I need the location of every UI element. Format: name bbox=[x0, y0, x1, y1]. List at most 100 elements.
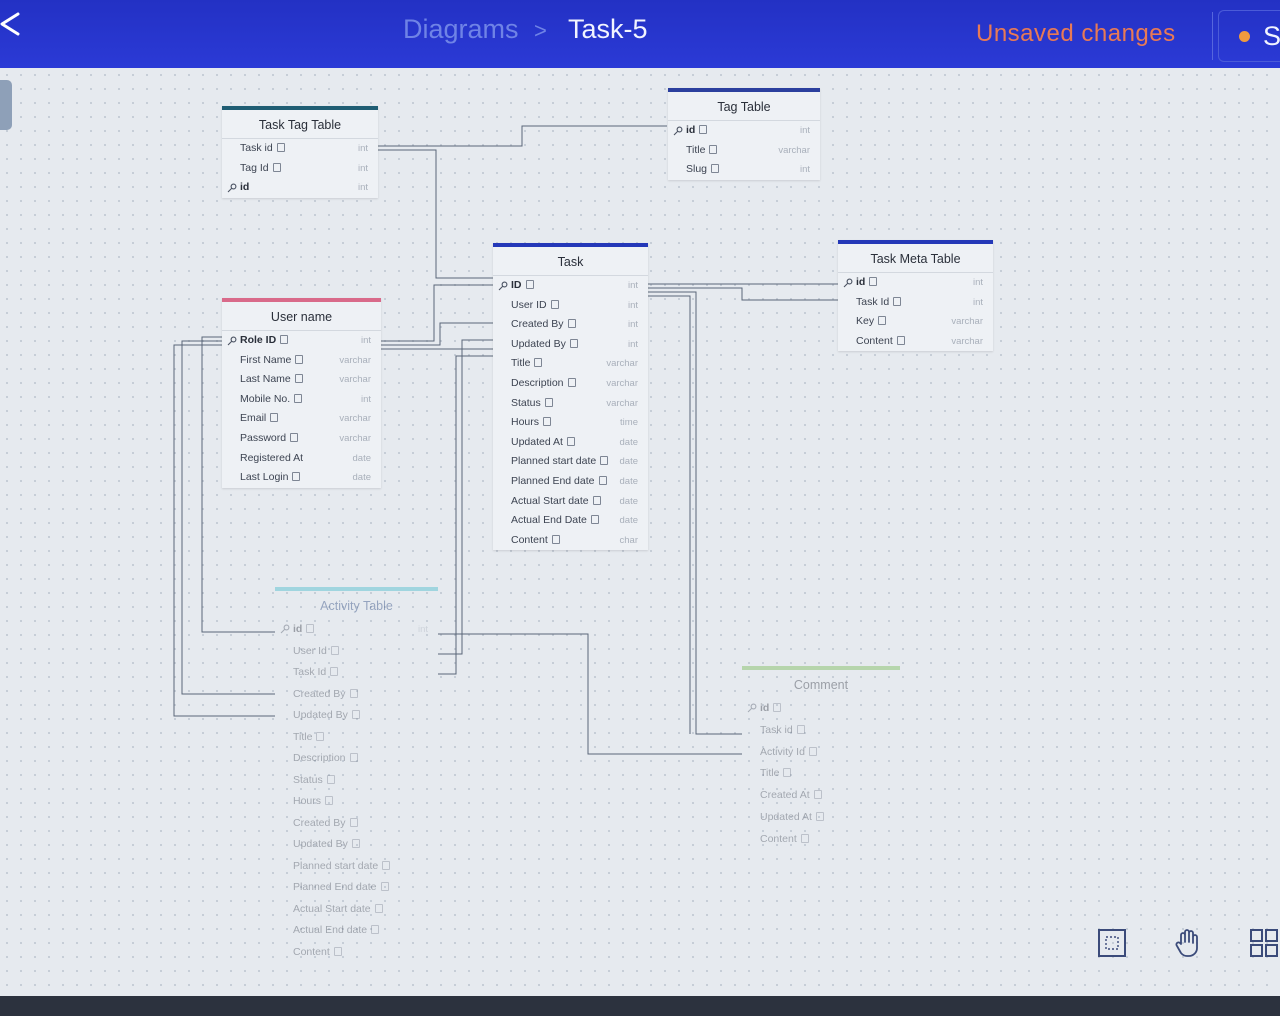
note-icon[interactable] bbox=[294, 374, 303, 384]
table-row[interactable]: Description varchar bbox=[493, 374, 648, 394]
note-icon[interactable] bbox=[270, 413, 279, 423]
note-icon[interactable] bbox=[534, 358, 543, 368]
note-icon[interactable] bbox=[290, 432, 299, 442]
table-row[interactable]: Planned start date date bbox=[493, 452, 648, 472]
note-icon[interactable] bbox=[543, 417, 552, 427]
note-icon[interactable] bbox=[276, 143, 285, 152]
table-row[interactable]: User ID int bbox=[493, 296, 648, 316]
table-row[interactable]: Created By int bbox=[493, 315, 648, 335]
note-icon[interactable] bbox=[815, 811, 824, 821]
note-icon[interactable] bbox=[869, 277, 878, 286]
note-icon[interactable] bbox=[893, 296, 902, 306]
note-icon[interactable] bbox=[325, 796, 334, 805]
note-icon[interactable] bbox=[896, 335, 905, 345]
note-icon[interactable] bbox=[349, 817, 358, 827]
table-activity[interactable]: Activity Table id int User Id Task Id Cre… bbox=[275, 587, 438, 963]
note-icon[interactable] bbox=[295, 354, 304, 364]
table-row[interactable]: Actual End Date date bbox=[493, 511, 648, 531]
table-row[interactable]: id int bbox=[222, 178, 378, 198]
note-icon[interactable] bbox=[567, 319, 576, 329]
table-row[interactable]: Status bbox=[275, 770, 438, 792]
table-row[interactable]: Updated By int bbox=[493, 335, 648, 355]
table-row[interactable]: User Id bbox=[275, 641, 438, 663]
note-icon[interactable] bbox=[783, 768, 792, 778]
table-row[interactable]: Planned End date date bbox=[493, 472, 648, 492]
table-row[interactable]: Content char bbox=[493, 531, 648, 551]
note-icon[interactable] bbox=[525, 280, 534, 289]
note-icon[interactable] bbox=[592, 495, 601, 505]
note-icon[interactable] bbox=[808, 746, 817, 756]
table-row[interactable]: Content varchar bbox=[838, 332, 993, 352]
note-icon[interactable] bbox=[380, 882, 389, 891]
table-task-tag[interactable]: Task Tag Table Task id int Tag Id int id in… bbox=[222, 106, 378, 198]
share-icon[interactable] bbox=[0, 10, 24, 38]
table-row[interactable]: Content bbox=[742, 829, 900, 851]
table-row[interactable]: Mobile No. int bbox=[222, 390, 381, 410]
note-icon[interactable] bbox=[711, 164, 720, 174]
table-row[interactable]: id int bbox=[838, 273, 993, 293]
table-comment[interactable]: Comment id Task id Activity Id Title Cre… bbox=[742, 666, 900, 851]
note-icon[interactable] bbox=[566, 436, 575, 446]
table-tag[interactable]: Tag Table id int Title varchar Slug int bbox=[668, 88, 820, 180]
note-icon[interactable] bbox=[773, 703, 782, 712]
table-row[interactable]: Key varchar bbox=[838, 312, 993, 332]
note-icon[interactable] bbox=[567, 377, 576, 387]
table-row[interactable]: Email varchar bbox=[222, 409, 381, 429]
table-row[interactable]: Created At bbox=[742, 785, 900, 807]
note-icon[interactable] bbox=[590, 515, 599, 525]
table-row[interactable]: Updated By bbox=[275, 834, 438, 856]
table-task[interactable]: Task ID int User ID int Created By int Upda… bbox=[493, 243, 648, 551]
table-row[interactable]: Role ID int bbox=[222, 331, 381, 351]
note-icon[interactable] bbox=[351, 710, 360, 719]
table-row[interactable]: Registered At date bbox=[222, 449, 381, 469]
note-icon[interactable] bbox=[800, 833, 809, 843]
table-row[interactable]: Task Id bbox=[275, 662, 438, 684]
note-icon[interactable] bbox=[600, 456, 609, 466]
table-row[interactable]: Created By bbox=[275, 813, 438, 835]
note-icon[interactable] bbox=[294, 393, 303, 403]
table-row[interactable]: id bbox=[742, 698, 900, 720]
note-icon[interactable] bbox=[351, 839, 360, 848]
note-icon[interactable] bbox=[371, 925, 380, 934]
note-icon[interactable] bbox=[292, 472, 301, 482]
table-row[interactable]: Title varchar bbox=[668, 141, 820, 161]
table-row[interactable]: Updated At bbox=[742, 807, 900, 829]
table-row[interactable]: Slug int bbox=[668, 160, 820, 180]
note-icon[interactable] bbox=[326, 774, 335, 784]
note-icon[interactable] bbox=[699, 125, 708, 134]
table-row[interactable]: Updated At date bbox=[493, 433, 648, 453]
note-icon[interactable] bbox=[550, 299, 559, 309]
note-icon[interactable] bbox=[316, 731, 325, 741]
table-row[interactable]: Last Name varchar bbox=[222, 370, 381, 390]
table-row[interactable]: First Name varchar bbox=[222, 351, 381, 371]
table-row[interactable]: Created By bbox=[275, 684, 438, 706]
table-row[interactable]: Task id int bbox=[222, 139, 378, 159]
table-row[interactable]: Actual Start date date bbox=[493, 492, 648, 512]
note-icon[interactable] bbox=[598, 475, 607, 485]
table-row[interactable]: Actual Start date bbox=[275, 899, 438, 921]
note-icon[interactable] bbox=[349, 753, 358, 762]
breadcrumb-diagrams[interactable]: Diagrams bbox=[403, 14, 519, 45]
table-row[interactable]: ID int bbox=[493, 276, 648, 296]
table-task-meta[interactable]: Task Meta Table id int Task Id int Key varc… bbox=[838, 240, 993, 352]
note-icon[interactable] bbox=[333, 946, 342, 956]
table-row[interactable]: id int bbox=[275, 619, 438, 641]
table-row[interactable]: Planned End date bbox=[275, 877, 438, 899]
table-row[interactable]: Activity Id bbox=[742, 742, 900, 764]
table-row[interactable]: Task Id int bbox=[838, 293, 993, 313]
note-icon[interactable] bbox=[374, 903, 383, 913]
table-row[interactable]: Actual End date bbox=[275, 920, 438, 942]
table-row[interactable]: Title bbox=[742, 763, 900, 785]
table-row[interactable]: Content bbox=[275, 942, 438, 964]
note-icon[interactable] bbox=[709, 144, 718, 154]
sidebar-toggle[interactable] bbox=[0, 80, 12, 130]
save-button[interactable]: S bbox=[1218, 10, 1280, 62]
table-row[interactable]: Planned start date bbox=[275, 856, 438, 878]
note-icon[interactable] bbox=[349, 688, 358, 698]
table-row[interactable]: Description bbox=[275, 748, 438, 770]
note-icon[interactable] bbox=[330, 667, 339, 676]
note-icon[interactable] bbox=[330, 645, 339, 655]
table-row[interactable]: Tag Id int bbox=[222, 159, 378, 179]
table-row[interactable]: Hours time bbox=[493, 413, 648, 433]
note-icon[interactable] bbox=[796, 724, 805, 734]
